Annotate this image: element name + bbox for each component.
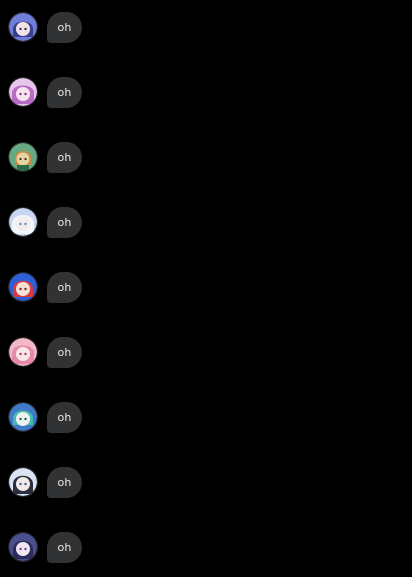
- avatar[interactable]: [9, 143, 37, 171]
- message-row: oh: [9, 271, 82, 303]
- anime-avatar-red-hair-icon: [9, 273, 37, 301]
- avatar[interactable]: [9, 208, 37, 236]
- message-text: oh: [57, 85, 72, 99]
- message-bubble[interactable]: oh: [47, 206, 82, 238]
- anime-avatar-green-character-icon: [9, 143, 37, 171]
- message-bubble[interactable]: oh: [47, 141, 82, 173]
- avatar[interactable]: [9, 78, 37, 106]
- message-text: oh: [57, 540, 72, 554]
- message-bubble[interactable]: oh: [47, 271, 82, 303]
- avatar[interactable]: [9, 533, 37, 561]
- message-row: oh: [9, 206, 82, 238]
- anime-avatar-teal-hair-icon: [9, 403, 37, 431]
- avatar[interactable]: [9, 273, 37, 301]
- message-bubble[interactable]: oh: [47, 401, 82, 433]
- message-row: oh: [9, 466, 82, 498]
- message-text: oh: [57, 475, 72, 489]
- message-row: oh: [9, 336, 82, 368]
- avatar[interactable]: [9, 338, 37, 366]
- anime-avatar-white-hair-icon: [9, 208, 37, 236]
- message-bubble[interactable]: oh: [47, 531, 82, 563]
- message-text: oh: [57, 410, 72, 424]
- message-row: oh: [9, 531, 82, 563]
- message-bubble[interactable]: oh: [47, 11, 82, 43]
- message-row: oh: [9, 11, 82, 43]
- anime-avatar-blue-hair-icon: [9, 13, 37, 41]
- message-text: oh: [57, 280, 72, 294]
- message-text: oh: [57, 150, 72, 164]
- message-list: oh oh oh oh oh oh oh oh oh: [0, 0, 412, 577]
- message-text: oh: [57, 345, 72, 359]
- avatar[interactable]: [9, 13, 37, 41]
- message-bubble[interactable]: oh: [47, 336, 82, 368]
- anime-avatar-purple-hair-icon: [9, 533, 37, 561]
- message-text: oh: [57, 215, 72, 229]
- message-row: oh: [9, 141, 82, 173]
- message-text: oh: [57, 20, 72, 34]
- message-bubble[interactable]: oh: [47, 76, 82, 108]
- anime-avatar-pink-hair-icon: [9, 338, 37, 366]
- avatar[interactable]: [9, 468, 37, 496]
- message-bubble[interactable]: oh: [47, 466, 82, 498]
- anime-avatar-pink-hair-icon: [9, 78, 37, 106]
- message-row: oh: [9, 401, 82, 433]
- avatar[interactable]: [9, 403, 37, 431]
- message-row: oh: [9, 76, 82, 108]
- anime-avatar-dark-hair-icon: [9, 468, 37, 496]
